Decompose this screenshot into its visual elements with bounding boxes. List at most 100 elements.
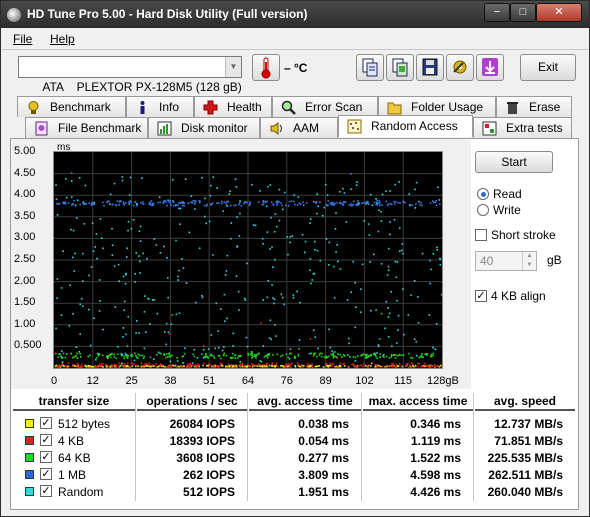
tab-aam[interactable]: AAM [260, 117, 338, 138]
data-point [126, 247, 128, 250]
title-bar[interactable]: HD Tune Pro 5.00 - Hard Disk Utility (Fu… [1, 1, 589, 28]
data-point [170, 323, 173, 326]
data-point [311, 364, 313, 367]
data-point [75, 355, 77, 357]
data-point [80, 365, 82, 368]
cell-max: 1.522 ms [410, 451, 461, 465]
data-point [332, 201, 334, 204]
data-point [401, 243, 404, 245]
data-point [380, 263, 383, 265]
tab-error-scan[interactable]: Error Scan [272, 96, 378, 117]
write-radio[interactable] [477, 204, 489, 216]
data-point [243, 365, 245, 368]
data-point [124, 363, 126, 365]
data-point [220, 308, 222, 310]
data-point [135, 356, 138, 359]
data-point [217, 355, 220, 357]
data-point [212, 366, 215, 369]
data-point [149, 201, 151, 204]
series-visible-checkbox[interactable]: ✓ [40, 468, 52, 480]
drive-select[interactable]: ATA PLEXTOR PX-128M5 (128 gB) ▼ [18, 56, 242, 94]
data-point [115, 364, 118, 366]
data-point [73, 356, 76, 358]
data-point [429, 202, 432, 204]
tab-extra-tests[interactable]: Extra tests [473, 117, 572, 138]
data-point [280, 365, 282, 367]
data-point [293, 194, 295, 196]
data-point [241, 364, 243, 366]
data-point [353, 200, 355, 203]
data-point [282, 208, 284, 211]
copy-screenshot-button[interactable] [386, 54, 414, 81]
data-point [232, 332, 235, 335]
data-point [131, 365, 134, 367]
data-point [250, 351, 253, 353]
data-point [76, 357, 79, 359]
tab-disk-monitor[interactable]: Disk monitor [148, 117, 260, 138]
data-point [152, 202, 155, 205]
tab-benchmark[interactable]: Benchmark [17, 96, 126, 117]
maximize-button[interactable]: □ [510, 3, 536, 22]
data-point [259, 364, 262, 366]
data-point [204, 354, 207, 357]
tab-random-access[interactable]: Random Access [338, 115, 473, 137]
data-point [133, 363, 136, 365]
data-point [170, 204, 172, 207]
menu-help[interactable]: Help [50, 32, 75, 46]
data-point [432, 352, 435, 355]
data-point [60, 364, 62, 367]
data-point [349, 356, 351, 358]
series-color-swatch [25, 419, 34, 428]
trash-icon [507, 102, 518, 114]
data-point [177, 279, 179, 281]
short-stroke-size-input[interactable]: 40 ▲ ▼ [475, 251, 537, 271]
align-checkbox[interactable]: ✓ [475, 290, 487, 302]
menu-file[interactable]: File [13, 32, 32, 46]
tab-info[interactable]: Info [126, 96, 194, 117]
tab-health[interactable]: Health [194, 96, 272, 117]
data-point [221, 200, 223, 203]
data-point [247, 363, 249, 366]
data-point [56, 278, 59, 280]
data-point [328, 328, 330, 331]
tab-folder-usage[interactable]: Folder Usage [378, 96, 496, 117]
data-point [260, 365, 262, 368]
series-visible-checkbox[interactable]: ✓ [40, 485, 52, 497]
data-point [96, 352, 99, 355]
options-button[interactable] [446, 54, 474, 81]
data-point [65, 178, 67, 180]
data-point [55, 327, 57, 330]
data-point [350, 188, 353, 190]
data-point [247, 352, 249, 355]
data-point [64, 202, 67, 205]
read-radio[interactable] [477, 188, 489, 200]
download-button[interactable] [476, 54, 504, 81]
data-point [76, 365, 79, 367]
data-point [346, 299, 349, 301]
data-point [276, 204, 278, 206]
data-point [294, 365, 297, 368]
data-point [130, 354, 132, 357]
save-button[interactable] [416, 54, 444, 81]
spinner-arrows-icon[interactable]: ▲ ▼ [522, 252, 536, 270]
data-point [344, 355, 346, 357]
data-point [356, 202, 359, 205]
series-visible-checkbox[interactable]: ✓ [40, 434, 52, 446]
tab-file-benchmark[interactable]: File Benchmark [25, 117, 148, 138]
series-visible-checkbox[interactable]: ✓ [40, 451, 52, 463]
data-point [113, 363, 116, 366]
start-button[interactable]: Start [475, 151, 553, 173]
data-point [389, 365, 392, 367]
data-point [169, 202, 172, 204]
close-button[interactable]: ✕ [536, 3, 582, 22]
exit-button[interactable]: Exit [520, 54, 576, 81]
tab-erase[interactable]: Erase [496, 96, 572, 117]
chevron-down-icon[interactable]: ▼ [225, 57, 241, 77]
short-stroke-checkbox[interactable] [475, 229, 487, 241]
data-point [383, 356, 385, 358]
copy-button[interactable] [356, 54, 384, 81]
minimize-button[interactable]: − [484, 3, 510, 22]
series-visible-checkbox[interactable]: ✓ [40, 417, 52, 429]
temperature-button[interactable] [252, 54, 280, 81]
data-point [355, 306, 357, 308]
